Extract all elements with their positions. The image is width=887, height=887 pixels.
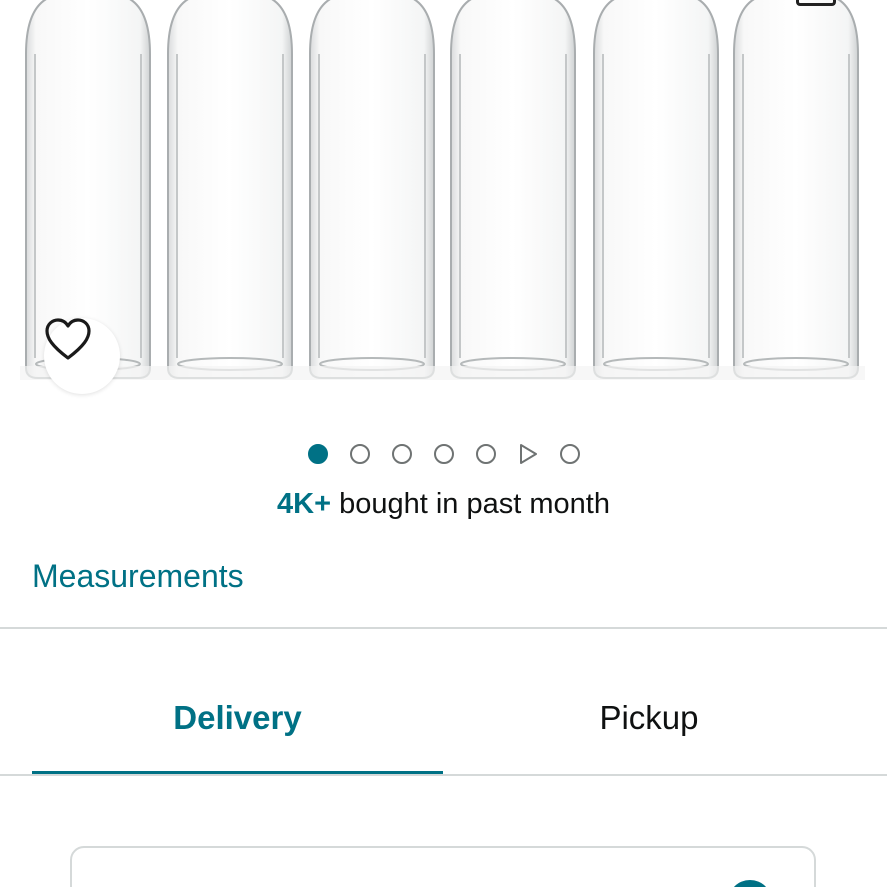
glass-bottle: [309, 0, 435, 379]
glass-bottles-image: [20, 0, 865, 380]
fulfillment-tabs: Delivery Pickup: [0, 629, 887, 777]
measurements-link[interactable]: Measurements: [32, 558, 244, 595]
carousel-dot[interactable]: [349, 444, 370, 464]
product-image[interactable]: [0, 0, 887, 400]
purchase-count-text: 4K+ bought in past month: [0, 488, 887, 521]
tab-pickup[interactable]: Pickup: [443, 699, 855, 737]
glass-bottle: [167, 0, 293, 379]
bottles-group: [25, 0, 859, 379]
image-carousel-dots: [0, 440, 887, 468]
carousel-dot[interactable]: [475, 444, 496, 464]
heart-icon: [45, 318, 91, 360]
glass-bottle: [593, 0, 719, 379]
selected-radio-icon[interactable]: [728, 880, 772, 887]
product-detail-page: 4K+ bought in past month Measurements De…: [0, 0, 887, 887]
carousel-dot-active[interactable]: [307, 444, 328, 464]
wishlist-button[interactable]: [44, 318, 120, 394]
purchase-count-highlight: 4K+: [277, 488, 332, 520]
carousel-dot[interactable]: [433, 444, 454, 464]
carousel-video-play-icon[interactable]: [518, 444, 538, 464]
share-icon[interactable]: [796, 0, 836, 6]
carousel-dot[interactable]: [559, 444, 580, 464]
purchase-count-label: bought in past month: [331, 488, 610, 520]
glass-bottle: [450, 0, 576, 379]
tab-delivery[interactable]: Delivery: [32, 699, 443, 737]
delivery-option-card[interactable]: [70, 846, 816, 887]
glass-bottle: [733, 0, 859, 379]
carousel-dot[interactable]: [391, 444, 412, 464]
divider: [0, 774, 887, 776]
